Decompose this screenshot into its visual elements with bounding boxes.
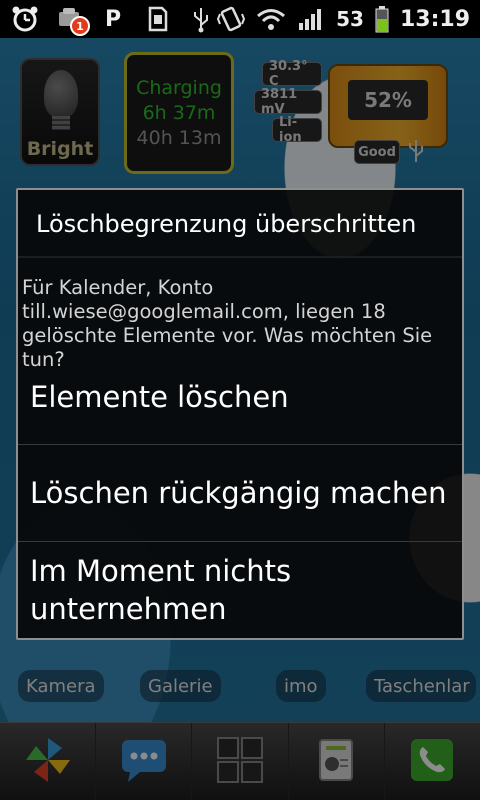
delete-limit-dialog: Löschbegrenzung überschritten Für Kalend… bbox=[16, 188, 464, 640]
signal-icon bbox=[296, 4, 326, 34]
battery-icon bbox=[374, 4, 390, 34]
dialog-title: Löschbegrenzung überschritten bbox=[36, 210, 417, 238]
usb-icon bbox=[186, 4, 216, 34]
option-do-nothing-label: Im Moment nichts unternehmen bbox=[30, 554, 292, 626]
parking-icon: P bbox=[98, 4, 128, 34]
status-bar[interactable]: 1 P 53 13:19 bbox=[0, 0, 480, 38]
option-undo-delete[interactable]: Löschen rückgängig machen bbox=[18, 445, 462, 541]
dialog-title-divider bbox=[18, 256, 462, 258]
alarm-clock-icon bbox=[10, 4, 40, 34]
status-bar-system: 53 13:19 bbox=[216, 0, 480, 38]
option-do-nothing[interactable]: Im Moment nichts unternehmen bbox=[18, 542, 462, 638]
battery-percent-text: 53 bbox=[336, 7, 364, 31]
vibrate-icon bbox=[216, 4, 246, 34]
android-notification-icon: 1 bbox=[54, 4, 90, 36]
option-delete-items[interactable]: Elemente löschen bbox=[18, 350, 462, 444]
option-undo-delete-label: Löschen rückgängig machen bbox=[30, 476, 447, 510]
wifi-icon bbox=[256, 4, 286, 34]
parking-label: P bbox=[104, 6, 122, 32]
clock-time: 13:19 bbox=[399, 6, 470, 32]
notification-count-badge: 1 bbox=[70, 16, 90, 36]
status-bar-notifications: 1 P bbox=[0, 0, 216, 38]
option-delete-items-label: Elemente löschen bbox=[30, 380, 289, 414]
sd-card-icon bbox=[142, 4, 172, 34]
